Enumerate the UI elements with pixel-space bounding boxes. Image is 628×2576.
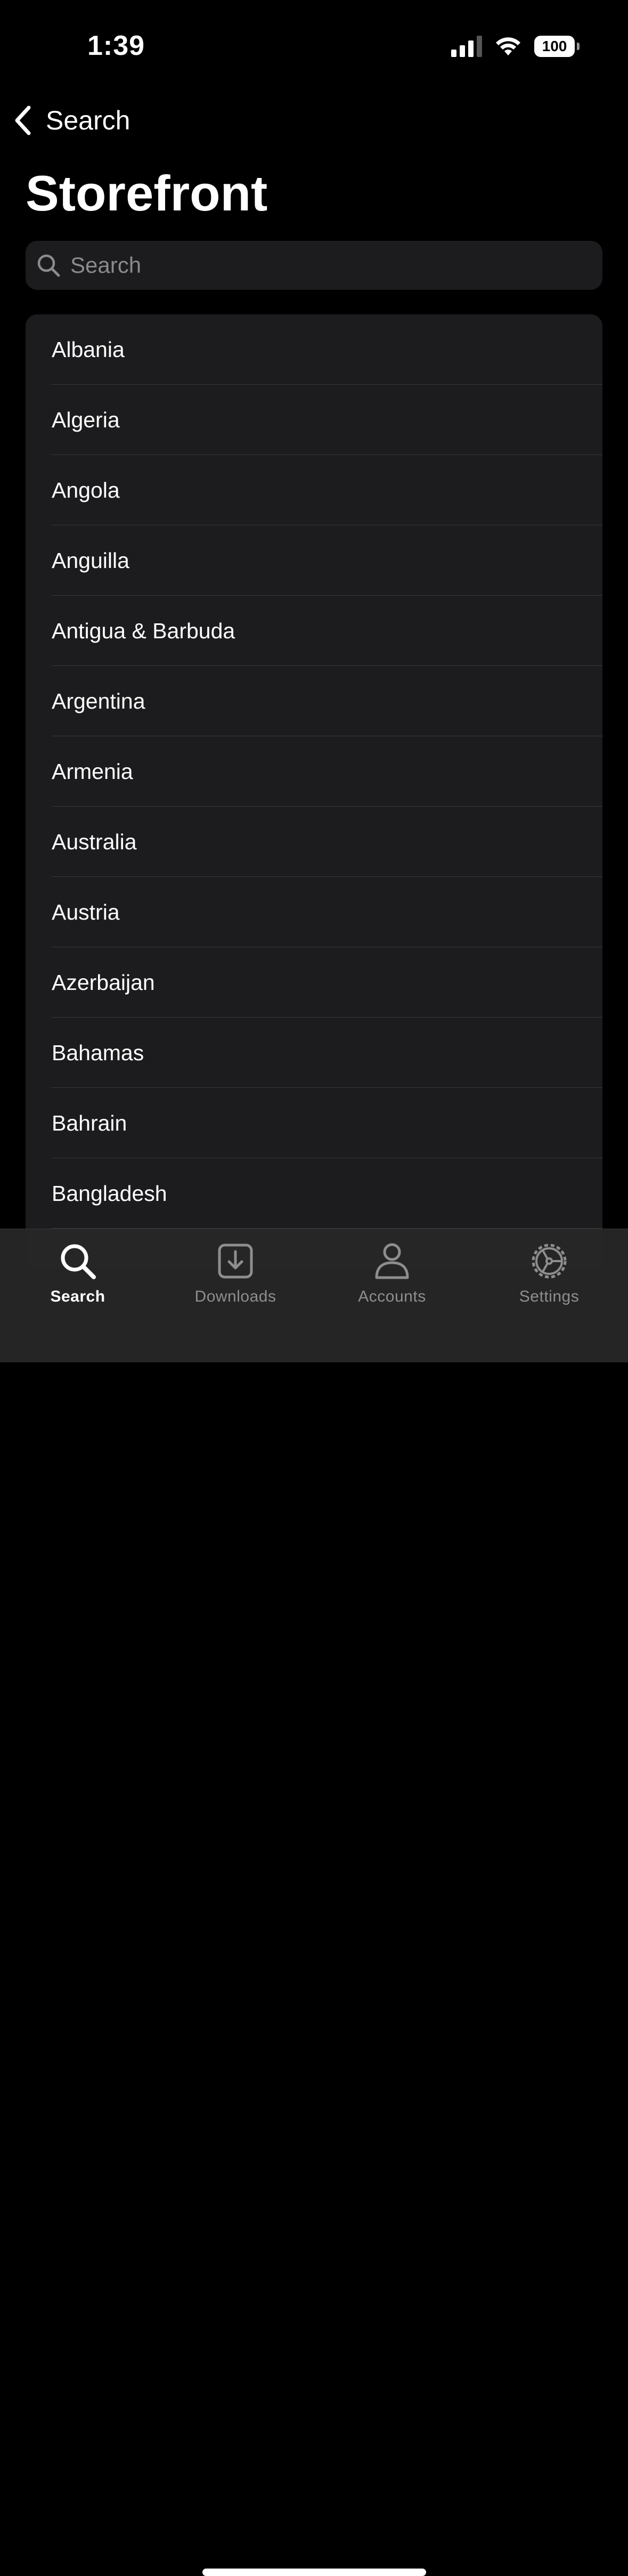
home-indicator	[202, 2569, 426, 2576]
wifi-icon	[496, 37, 520, 55]
list-item[interactable]: Anguilla	[26, 525, 602, 596]
back-button-label: Search	[46, 105, 131, 135]
country-name: Bahrain	[52, 1110, 127, 1135]
tab-accounts[interactable]: Accounts	[333, 1240, 451, 1306]
list-item[interactable]: Albania	[26, 314, 602, 385]
tab-label: Downloads	[194, 1288, 276, 1305]
country-name: Antigua & Barbuda	[52, 618, 235, 643]
country-name: Bahamas	[52, 1040, 144, 1065]
person-icon	[373, 1240, 411, 1282]
country-name: Austria	[52, 899, 120, 924]
cellular-signal-icon	[451, 36, 482, 57]
country-name: Algeria	[52, 407, 120, 432]
list-item[interactable]: Argentina	[26, 666, 602, 736]
tab-label: Accounts	[358, 1288, 426, 1305]
country-name: Albania	[52, 337, 125, 362]
list-item[interactable]: Azerbaijan	[26, 947, 602, 1018]
country-name: Azerbaijan	[52, 970, 155, 995]
list-item[interactable]: Antigua & Barbuda	[26, 596, 602, 666]
list-item[interactable]: Armenia	[26, 736, 602, 807]
country-name: Armenia	[52, 759, 133, 784]
search-icon	[36, 253, 61, 278]
tab-label: Search	[50, 1288, 105, 1305]
country-name: Argentina	[52, 688, 145, 713]
battery-level: 100	[542, 38, 567, 54]
chevron-left-icon	[15, 105, 31, 135]
tab-downloads[interactable]: Downloads	[177, 1240, 294, 1306]
tab-label: Settings	[519, 1288, 580, 1305]
status-bar: 1:39 100	[0, 0, 628, 91]
list-item[interactable]: Angola	[26, 455, 602, 525]
search-field[interactable]	[26, 241, 602, 290]
list-item[interactable]: Bangladesh	[26, 1158, 602, 1229]
country-name: Bangladesh	[52, 1181, 167, 1206]
country-name: Australia	[52, 829, 137, 854]
magnifier-icon	[58, 1240, 98, 1282]
list-item[interactable]: Austria	[26, 877, 602, 947]
back-button[interactable]: Search	[13, 104, 130, 136]
tab-settings[interactable]: Settings	[491, 1240, 608, 1306]
battery-icon: 100	[534, 36, 580, 57]
list-item[interactable]: Bahamas	[26, 1018, 602, 1088]
list-item[interactable]: Australia	[26, 807, 602, 877]
page-title: Storefront	[26, 165, 268, 221]
country-name: Angola	[52, 477, 120, 502]
gear-icon	[529, 1240, 569, 1282]
list-item[interactable]: Algeria	[26, 385, 602, 455]
search-input[interactable]	[69, 252, 583, 279]
tab-bar: Search Downloads Accounts Settings	[0, 1229, 628, 2576]
country-name: Anguilla	[52, 548, 129, 573]
download-icon	[217, 1240, 254, 1282]
tab-search[interactable]: Search	[19, 1240, 136, 1306]
list-item[interactable]: Bahrain	[26, 1088, 602, 1158]
status-icons: 100	[451, 34, 580, 59]
status-time: 1:39	[87, 30, 145, 61]
country-list: Albania Algeria Angola Anguilla Antigua …	[26, 314, 602, 1268]
